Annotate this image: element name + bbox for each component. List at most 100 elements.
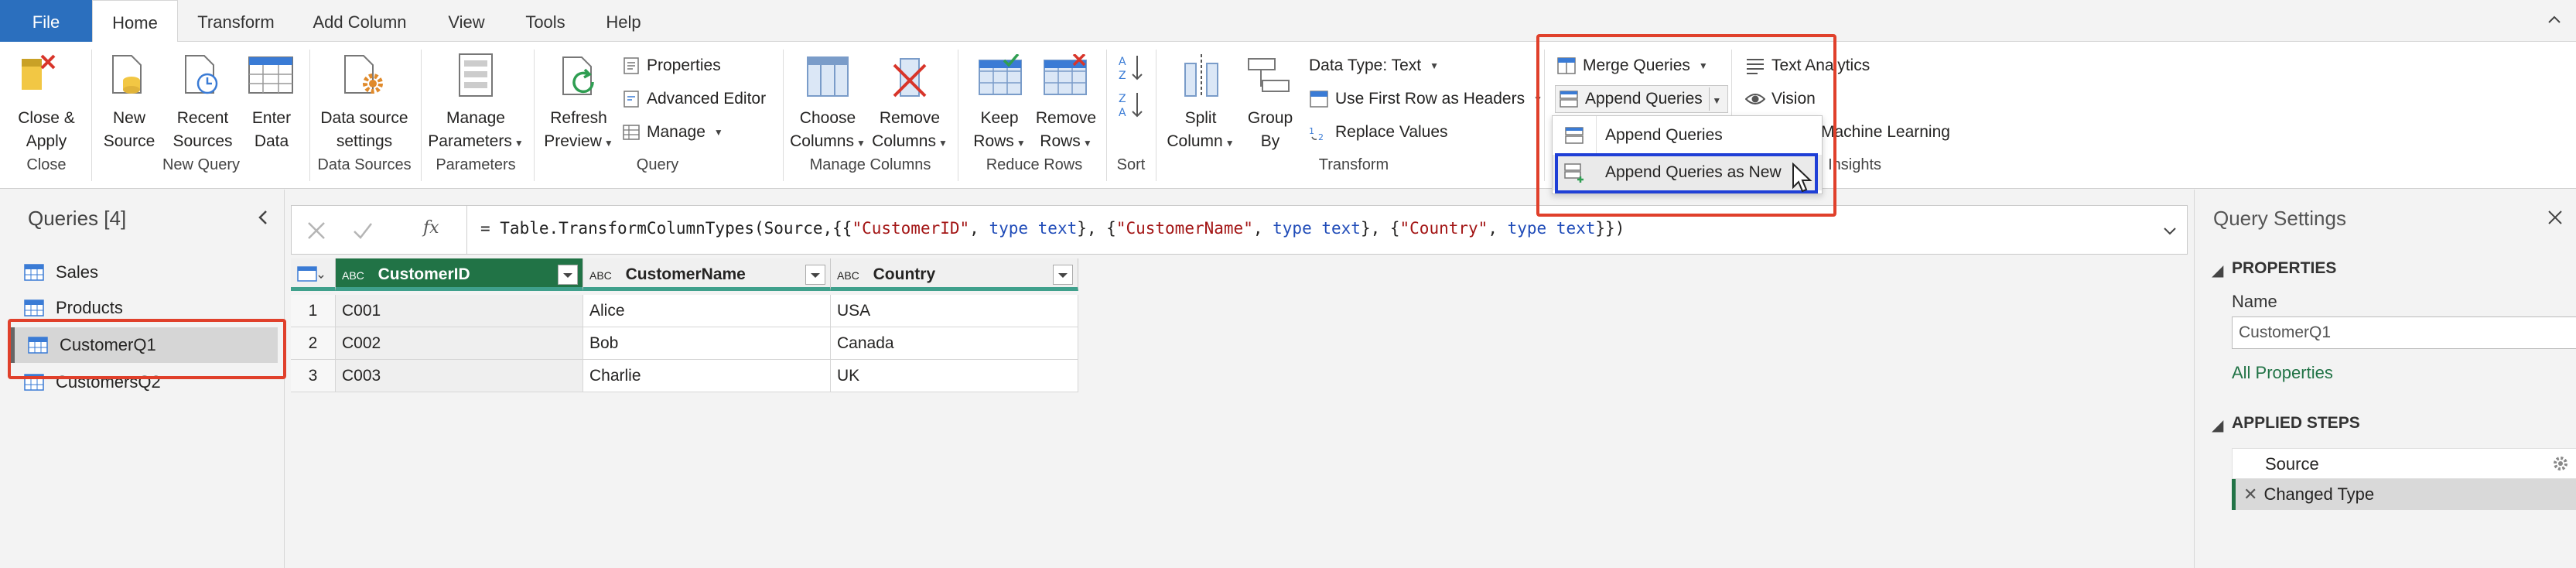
group-ai-insights-label: I Insights (1819, 156, 1882, 173)
manage-query-button[interactable]: Manage ▼ (622, 121, 723, 144)
tab-home[interactable]: Home (92, 0, 178, 43)
append-queries-as-new-menu-item[interactable]: Append Queries as New (1553, 155, 1822, 190)
table-cell[interactable]: Alice (583, 295, 831, 327)
group-by-icon[interactable] (1247, 57, 1290, 96)
data-type-button[interactable]: Data Type: Text ▼ (1309, 54, 1439, 77)
tab-add-column[interactable]: Add Column (302, 0, 418, 42)
tab-help[interactable]: Help (596, 0, 651, 42)
table-cell[interactable]: UK (831, 360, 1078, 392)
formula-input[interactable]: = Table.TransformColumnTypes(Source,{{ "C… (480, 219, 1625, 238)
keep-rows-icon[interactable] (978, 54, 1023, 96)
tab-view[interactable]: View (439, 0, 494, 42)
close-settings-icon[interactable] (2546, 208, 2564, 227)
collapse-ribbon-icon[interactable] (2545, 11, 2564, 29)
all-properties-link[interactable]: All Properties (2232, 363, 2333, 383)
collapse-properties-icon[interactable]: ◢ (2212, 261, 2223, 280)
svg-text:1: 1 (1309, 126, 1314, 136)
table-cell[interactable]: C002 (336, 327, 583, 360)
new-source-icon[interactable] (108, 53, 145, 96)
column-header-customername[interactable]: ABC CustomerName (583, 258, 831, 291)
formula-token: , (1488, 219, 1508, 238)
table-cell[interactable]: C001 (336, 295, 583, 327)
append-queries-menu-label: Append Queries (1605, 126, 1723, 144)
table-menu-button[interactable] (291, 258, 336, 291)
close-apply-button[interactable] (15, 51, 59, 94)
table-cell[interactable]: Charlie (583, 360, 831, 392)
tab-transform[interactable]: Transform (186, 0, 286, 42)
tab-tools[interactable]: Tools (517, 0, 574, 42)
split-column-icon[interactable] (1179, 53, 1224, 98)
query-item-customersq2[interactable]: CustomersQ2 (11, 364, 278, 400)
remove-rows-icon[interactable] (1043, 54, 1088, 96)
merge-queries-icon (1557, 57, 1576, 74)
formula-token: , (969, 219, 989, 238)
remove-columns-label[interactable]: Remove Columns ▼ (869, 107, 950, 155)
formula-prefix: = Table.TransformColumnTypes(Source,{{ (480, 219, 852, 238)
table-cell[interactable]: USA (831, 295, 1078, 327)
table-cell[interactable]: C003 (336, 360, 583, 392)
table-cell[interactable]: Canada (831, 327, 1078, 360)
gear-icon[interactable] (2551, 454, 2570, 473)
manage-parameters-label[interactable]: Manage Parameters ▼ (425, 107, 526, 155)
append-dropdown-arrow[interactable]: ▼ (1708, 87, 1724, 111)
data-source-settings-label[interactable]: Data source settings (313, 107, 416, 153)
choose-columns-label[interactable]: Choose Columns ▼ (787, 107, 868, 155)
query-name-input[interactable]: CustomerQ1 (2232, 317, 2576, 349)
query-item-sales[interactable]: Sales (11, 255, 278, 290)
group-by-label[interactable]: Group By (1238, 107, 1303, 153)
append-queries-menu-item[interactable]: Append Queries (1553, 118, 1822, 153)
properties-button[interactable]: Properties (622, 54, 721, 77)
new-source-label[interactable]: New Source (94, 107, 164, 153)
group-data-sources-label: Data Sources (317, 156, 412, 173)
applied-step-changed-type[interactable]: ✕ Changed Type (2232, 479, 2576, 510)
use-first-row-headers-button[interactable]: Use First Row as Headers ▼ (1309, 87, 1543, 111)
split-column-label[interactable]: Split Column ▼ (1160, 107, 1241, 155)
choose-columns-icon[interactable] (806, 56, 849, 98)
applied-steps-heading: APPLIED STEPS (2232, 414, 2360, 432)
column-filter-icon[interactable] (1053, 265, 1073, 285)
delete-step-icon[interactable]: ✕ (2243, 484, 2257, 504)
applied-step-source[interactable]: Source (2232, 448, 2576, 479)
collapse-queries-icon[interactable] (255, 208, 271, 227)
remove-rows-label[interactable]: Remove Rows ▼ (1029, 107, 1103, 155)
merge-queries-button[interactable]: Merge Queries ▼ (1556, 54, 1708, 77)
query-settings-pane: Query Settings ◢ PROPERTIES Name Custome… (2194, 190, 2576, 568)
column-filter-icon[interactable] (805, 265, 825, 285)
tab-file[interactable]: File (0, 0, 92, 42)
formula-string: "CustomerName" (1115, 219, 1253, 238)
column-filter-icon[interactable] (558, 265, 578, 285)
type-text-icon: ABC (342, 269, 364, 282)
insert-function-icon[interactable]: fx (423, 218, 439, 238)
data-source-settings-icon[interactable] (340, 53, 387, 96)
cancel-formula-icon[interactable] (306, 220, 327, 241)
ribbon-divider (421, 50, 422, 181)
machine-learning-button[interactable]: Machine Learning (1821, 121, 1950, 144)
keep-rows-label[interactable]: Keep Rows ▼ (962, 107, 1037, 155)
recent-sources-icon[interactable] (181, 53, 221, 96)
enter-data-icon[interactable] (248, 56, 294, 94)
svg-text:2: 2 (1318, 132, 1324, 142)
column-header-customerid[interactable]: ABC CustomerID (336, 258, 583, 291)
enter-data-label[interactable]: Enter Data (241, 107, 302, 153)
advanced-editor-button[interactable]: Advanced Editor (622, 87, 766, 111)
remove-columns-icon[interactable] (888, 53, 931, 98)
query-item-products[interactable]: Products (11, 290, 278, 326)
column-header-country[interactable]: ABC Country (831, 258, 1078, 291)
recent-sources-label[interactable]: Recent Sources (164, 107, 241, 153)
replace-values-button[interactable]: 12 Replace Values (1309, 121, 1448, 144)
expand-formula-icon[interactable] (2161, 221, 2179, 240)
refresh-preview-icon[interactable] (559, 54, 600, 98)
collapse-steps-icon[interactable]: ◢ (2212, 416, 2223, 435)
svg-text:A: A (1119, 107, 1126, 119)
sort-descending-icon[interactable]: ZA (1119, 90, 1143, 121)
table-cell[interactable]: Bob (583, 327, 831, 360)
refresh-preview-label[interactable]: Refresh Preview ▼ (538, 107, 619, 155)
close-apply-label[interactable]: Close & Apply (8, 107, 85, 153)
append-queries-split-button[interactable]: Append Queries ▼ (1555, 85, 1728, 113)
vision-button[interactable]: Vision (1745, 87, 1816, 111)
text-analytics-button[interactable]: Text Analytics (1745, 54, 1870, 77)
manage-parameters-icon[interactable] (456, 53, 495, 98)
sort-ascending-icon[interactable]: AZ (1119, 53, 1143, 84)
commit-formula-icon[interactable] (352, 220, 374, 241)
query-item-customerq1[interactable]: CustomerQ1 (11, 327, 278, 363)
